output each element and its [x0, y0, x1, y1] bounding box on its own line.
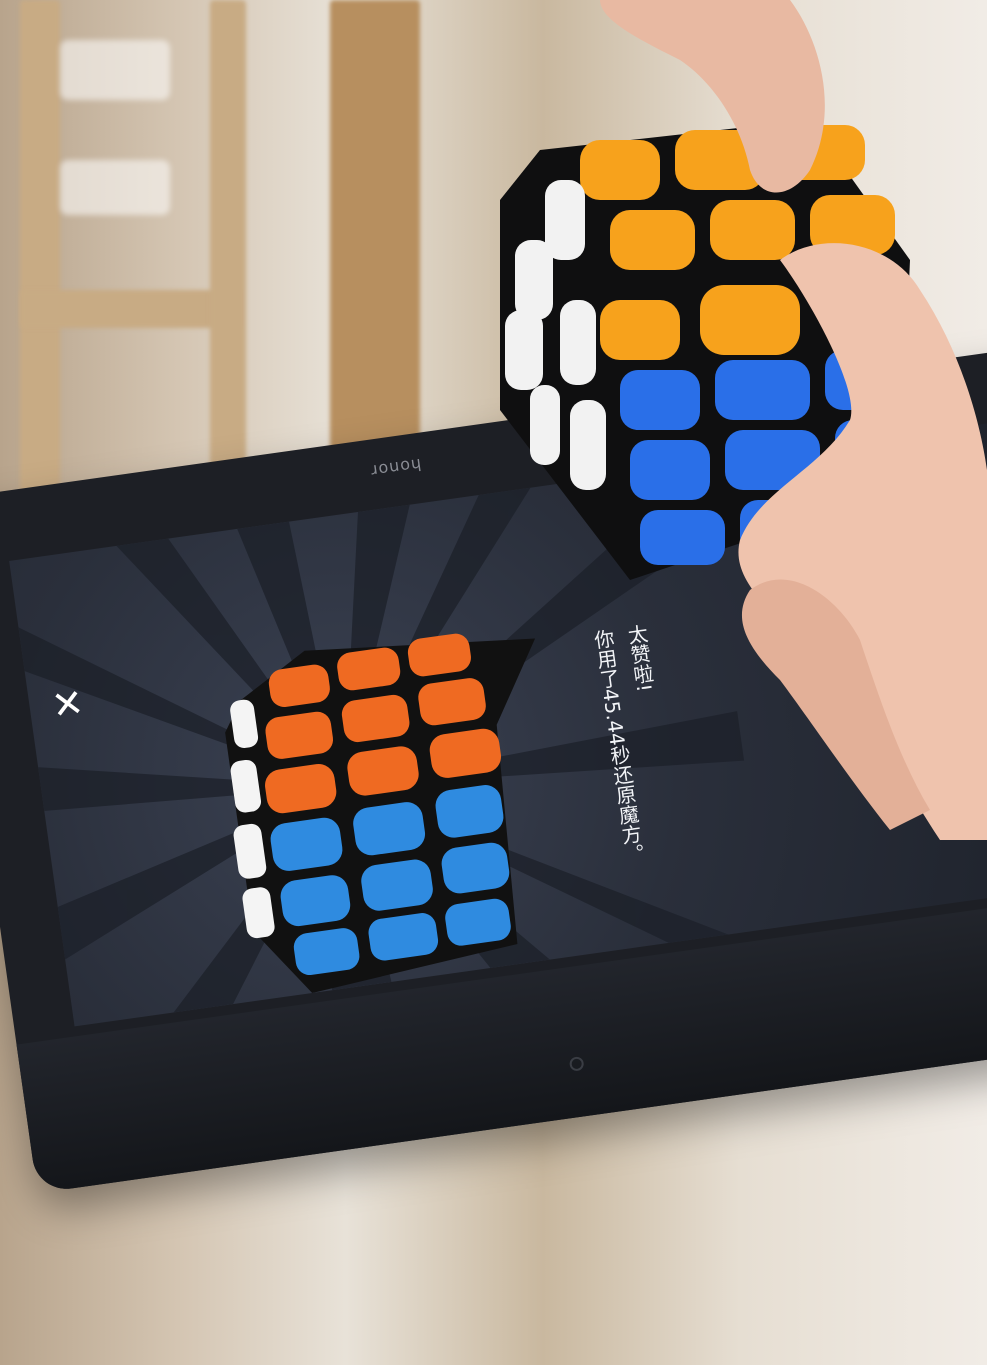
background-shelf — [20, 290, 240, 328]
close-icon: ✕ — [48, 680, 87, 729]
background-jar — [60, 40, 170, 100]
photo-scene: honor ✕ 太赞啦! 你用了45.44秒还原魔方。 — [0, 0, 987, 1365]
rubiks-cube-icon — [225, 633, 536, 993]
tablet-brand-label: honor — [368, 454, 423, 481]
close-button[interactable]: ✕ — [45, 680, 90, 729]
background-jar — [60, 160, 170, 215]
hand — [600, 0, 987, 840]
